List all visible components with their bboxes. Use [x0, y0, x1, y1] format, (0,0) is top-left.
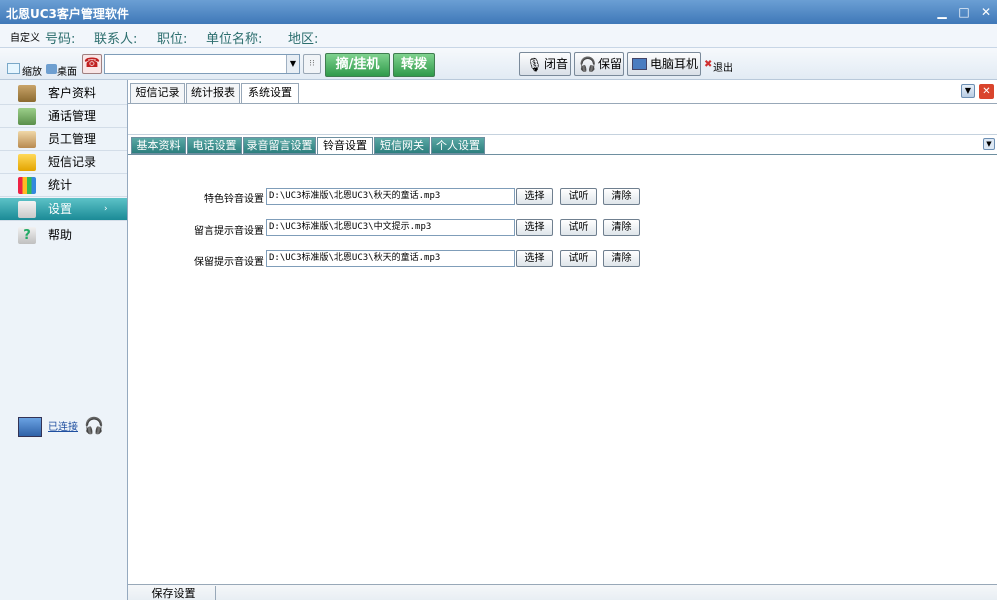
close-icon[interactable]: ✕	[979, 84, 994, 99]
chevron-right-icon: ›	[104, 204, 108, 214]
sms-icon	[18, 154, 36, 171]
tab-recording-settings[interactable]: 录音留言设置	[243, 137, 316, 154]
hold-tone-listen-button[interactable]: 试听	[560, 250, 597, 267]
hold-tone-label: 保留提示音设置	[194, 257, 264, 268]
chart-icon	[18, 177, 36, 194]
sidebar-item-statistics[interactable]: 统计	[0, 174, 127, 197]
sidebar-item-customers[interactable]: 客户资料	[0, 82, 127, 105]
window-title: 北恩UC3客户管理软件	[6, 7, 129, 21]
connection-status: 已连接	[48, 422, 78, 433]
pickup-hangup-button[interactable]: 摘/挂机	[325, 53, 390, 77]
chevron-down-icon[interactable]: ▼	[961, 84, 975, 98]
zoom-label[interactable]: 缩放	[22, 63, 42, 78]
customer-icon	[18, 85, 36, 102]
custom-link[interactable]: 自定义	[10, 29, 40, 44]
sidebar-item-help[interactable]: ? 帮助	[0, 224, 127, 247]
feature-ringtone-clear-button[interactable]: 清除	[603, 188, 640, 205]
hold-tone-select-button[interactable]: 选择	[516, 250, 553, 267]
transfer-button[interactable]: 转拨	[393, 53, 435, 77]
feature-ringtone-select-button[interactable]: 选择	[516, 188, 553, 205]
title-bar: 北恩UC3客户管理软件	[0, 0, 997, 24]
feature-ringtone-path-input[interactable]: D:\UC3标准版\北恩UC3\秋天的童话.mp3	[266, 188, 515, 205]
message-tone-clear-button[interactable]: 清除	[603, 219, 640, 236]
tab-basic-info[interactable]: 基本资料	[131, 137, 186, 154]
hold-tone-clear-button[interactable]: 清除	[603, 250, 640, 267]
contact-label: 联系人:	[94, 32, 138, 47]
headset-icon: 🎧	[84, 416, 104, 435]
message-tone-select-button[interactable]: 选择	[516, 219, 553, 236]
tab-sms-gateway[interactable]: 短信网关	[374, 137, 430, 154]
maximize-button[interactable]: □	[957, 5, 971, 19]
help-icon: ?	[18, 227, 36, 244]
sidebar: 客户资料 通话管理 员工管理 短信记录 统计 设置 › ? 帮助 已连接 🎧	[0, 80, 128, 600]
desktop-icon[interactable]	[46, 64, 57, 74]
hold-button[interactable]: 🎧 保留	[574, 52, 624, 76]
sidebar-item-settings[interactable]: 设置 ›	[0, 198, 127, 221]
tab-system-settings[interactable]: 系统设置	[241, 83, 299, 104]
main-panel: 短信记录 统计报表 系统设置 ▼ ✕ 基本资料 电话设置 录音留言设置 铃音设置…	[128, 80, 997, 600]
company-label: 单位名称:	[206, 32, 263, 47]
tab-sms-records[interactable]: 短信记录	[130, 83, 185, 103]
exit-icon[interactable]: ✖	[704, 59, 712, 70]
message-tone-path-input[interactable]: D:\UC3标准版\北恩UC3\中文提示.mp3	[266, 219, 515, 236]
sidebar-item-staff[interactable]: 员工管理	[0, 128, 127, 151]
chevron-down-icon[interactable]: ▼	[286, 55, 299, 73]
dial-number-input[interactable]	[104, 54, 300, 74]
dialpad-icon[interactable]: ⁝⁝	[303, 54, 321, 74]
zoom-icon[interactable]	[7, 63, 20, 74]
message-tone-listen-button[interactable]: 试听	[560, 219, 597, 236]
tab-phone-settings[interactable]: 电话设置	[187, 137, 242, 154]
divider	[128, 154, 997, 155]
phone-icon[interactable]: ☎	[82, 54, 102, 74]
tab-statistics-report[interactable]: 统计报表	[186, 83, 240, 103]
hold-tone-path-input[interactable]: D:\UC3标准版\北恩UC3\秋天的童话.mp3	[266, 250, 515, 267]
settings-icon	[18, 201, 36, 218]
region-label: 地区:	[288, 32, 319, 47]
info-bar: 自定义 号码: 联系人: 职位: 单位名称: 地区:	[0, 24, 997, 48]
feature-ringtone-label: 特色铃音设置	[204, 194, 264, 205]
close-button[interactable]: ✕	[979, 5, 993, 19]
computer-icon	[632, 58, 647, 70]
computer-icon	[18, 417, 42, 437]
headphones-icon: 🎧	[579, 57, 597, 73]
sidebar-item-calls[interactable]: 通话管理	[0, 105, 127, 128]
mute-button[interactable]: 🎙 闭音	[519, 52, 571, 76]
minimize-button[interactable]: ▁	[935, 5, 949, 19]
feature-ringtone-listen-button[interactable]: 试听	[560, 188, 597, 205]
exit-button[interactable]: 退出	[713, 59, 733, 74]
desktop-label[interactable]: 桌面	[57, 63, 77, 78]
bottom-bar	[128, 585, 997, 600]
microphone-icon: 🎙	[526, 58, 543, 73]
call-icon	[18, 108, 36, 125]
staff-icon	[18, 131, 36, 148]
toolbar: 缩放 桌面 ☎ ▼ ⁝⁝ 摘/挂机 转拨 🎙 闭音 🎧 保留 电脑耳机 ✖ 退出	[0, 48, 997, 80]
number-label: 号码:	[45, 32, 76, 47]
save-settings-button[interactable]: 保存设置	[132, 586, 216, 600]
tab-divider	[128, 103, 997, 104]
tab-personal-settings[interactable]: 个人设置	[431, 137, 485, 154]
sidebar-item-sms[interactable]: 短信记录	[0, 151, 127, 174]
message-tone-label: 留言提示音设置	[194, 226, 264, 237]
pc-headset-button[interactable]: 电脑耳机	[627, 52, 701, 76]
position-label: 职位:	[157, 32, 188, 47]
divider	[128, 134, 997, 135]
tab-ringtone-settings[interactable]: 铃音设置	[317, 137, 373, 155]
chevron-down-icon[interactable]: ▼	[983, 138, 995, 150]
